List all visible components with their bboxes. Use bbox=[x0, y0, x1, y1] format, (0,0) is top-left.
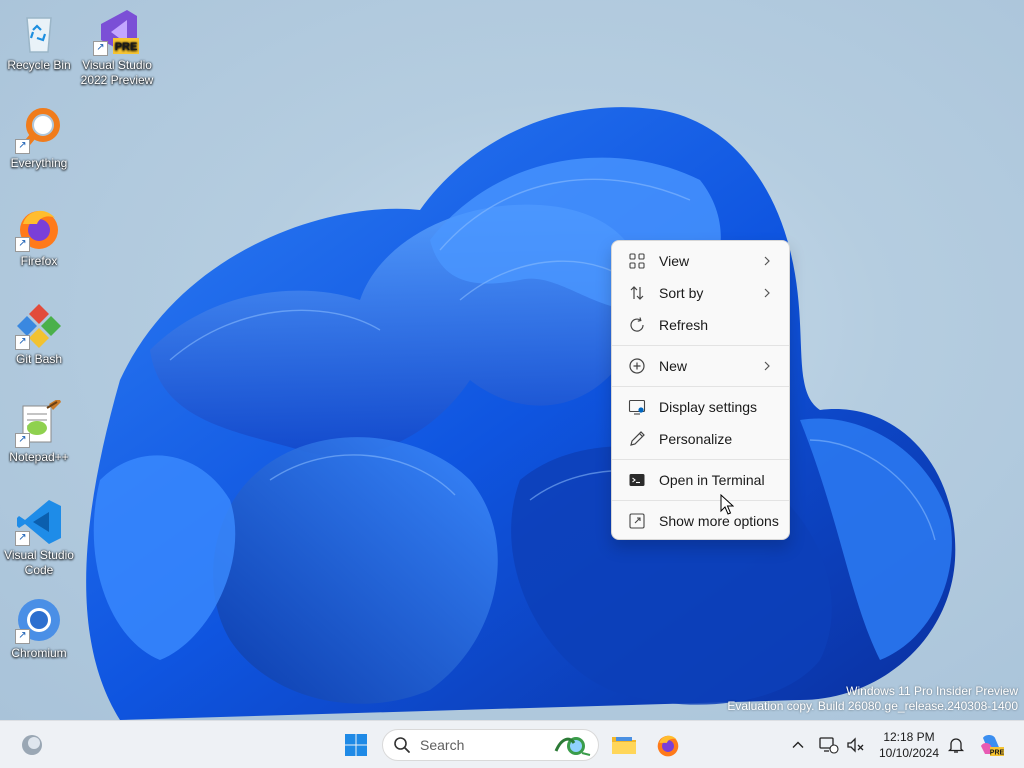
file-explorer-button[interactable] bbox=[608, 729, 640, 761]
desktop-icon-visual-studio-2022-preview[interactable]: PRE ↗ Visual Studio 2022 Preview bbox=[79, 8, 155, 88]
visual-studio-code-icon: ↗ bbox=[15, 498, 63, 546]
watermark-edition: Windows 11 Pro Insider Preview bbox=[846, 684, 1018, 698]
desktop-icon-git-bash[interactable]: ↗ Git Bash bbox=[1, 302, 77, 367]
git-bash-icon: ↗ bbox=[15, 302, 63, 350]
menu-item-label: Display settings bbox=[659, 399, 758, 415]
chevron-up-icon bbox=[792, 741, 804, 748]
desktop[interactable]: Recycle Bin PRE ↗ Visual Studio 2022 Pre… bbox=[0, 0, 1024, 720]
firefox-icon: ↗ bbox=[15, 204, 63, 252]
desktop-icon-label: Chromium bbox=[11, 646, 67, 660]
desktop-icon-label: Recycle Bin bbox=[7, 58, 71, 72]
desktop-icon-label: Notepad++ bbox=[9, 450, 69, 464]
menu-item-view[interactable]: View bbox=[616, 247, 786, 275]
desktop-icon-label: Git Bash bbox=[15, 352, 63, 366]
menu-item-label: Show more options bbox=[659, 513, 779, 529]
menu-item-sort-by[interactable]: Sort by bbox=[616, 279, 786, 307]
desktop-icon-label: Visual Studio 2022 Preview bbox=[80, 58, 154, 87]
shortcut-arrow-icon: ↗ bbox=[15, 237, 30, 252]
firefox-icon bbox=[657, 735, 679, 757]
expand-icon bbox=[627, 511, 647, 531]
menu-item-personalize[interactable]: Personalize bbox=[616, 425, 786, 453]
copilot-pre-badge: PRE bbox=[990, 750, 1005, 757]
taskbar-search-box[interactable]: Search bbox=[382, 729, 599, 761]
terminal-icon bbox=[627, 470, 647, 490]
menu-separator bbox=[612, 459, 789, 460]
visual-studio-preview-icon: PRE ↗ bbox=[93, 8, 141, 56]
shortcut-arrow-icon: ↗ bbox=[15, 433, 30, 448]
firefox-taskbar-button[interactable] bbox=[652, 729, 684, 761]
chevron-right-icon bbox=[764, 256, 770, 266]
desktop-icon-label: Visual Studio Code bbox=[4, 548, 74, 577]
menu-item-refresh[interactable]: Refresh bbox=[616, 311, 786, 339]
taskbar-clock[interactable]: 12:18 PM 10/10/2024 bbox=[872, 729, 946, 761]
search-highlight-icon bbox=[554, 737, 591, 756]
chromium-icon: ↗ bbox=[15, 596, 63, 644]
watermark-build: Evaluation copy. Build 26080.ge_release.… bbox=[727, 699, 1018, 713]
menu-separator bbox=[612, 500, 789, 501]
notepad-plus-plus-icon: ↗ bbox=[15, 400, 63, 448]
grid-icon bbox=[627, 251, 647, 271]
refresh-icon bbox=[627, 315, 647, 335]
chevron-right-icon bbox=[764, 288, 770, 298]
desktop-icon-chromium[interactable]: ↗ Chromium bbox=[1, 596, 77, 661]
copilot-icon: PRE bbox=[981, 735, 1005, 757]
menu-item-label: Refresh bbox=[659, 317, 709, 333]
clock-time: 12:18 PM bbox=[883, 730, 935, 744]
desktop-icon-firefox[interactable]: ↗ Firefox bbox=[1, 204, 77, 269]
menu-item-label: Open in Terminal bbox=[659, 472, 765, 488]
shortcut-arrow-icon: ↗ bbox=[15, 531, 30, 546]
search-placeholder: Search bbox=[420, 737, 465, 753]
show-hidden-icons-button[interactable] bbox=[782, 729, 814, 761]
desktop-icon-label: Firefox bbox=[20, 254, 58, 268]
windows-logo-icon bbox=[345, 734, 367, 756]
shortcut-arrow-icon: ↗ bbox=[93, 41, 108, 56]
shortcut-arrow-icon: ↗ bbox=[15, 629, 30, 644]
menu-separator bbox=[612, 345, 789, 346]
menu-item-label: Personalize bbox=[659, 431, 733, 447]
copilot-button[interactable]: PRE bbox=[976, 729, 1008, 761]
plus-circle-icon bbox=[627, 356, 647, 376]
display-settings-icon bbox=[627, 397, 647, 417]
chevron-right-icon bbox=[764, 361, 770, 371]
clock-date: 10/10/2024 bbox=[878, 746, 940, 760]
notifications-button[interactable] bbox=[940, 729, 972, 761]
desktop-icon-visual-studio-code[interactable]: ↗ Visual Studio Code bbox=[1, 498, 77, 578]
menu-separator bbox=[612, 386, 789, 387]
desktop-icon-label: Everything bbox=[10, 156, 68, 170]
volume-button[interactable] bbox=[840, 729, 872, 761]
taskbar: Search 12:18 PM 10/10/2024 PRE bbox=[0, 720, 1024, 768]
shortcut-arrow-icon: ↗ bbox=[15, 139, 30, 154]
menu-item-label: View bbox=[659, 253, 690, 269]
desktop-context-menu: View Sort by Refresh New Display setting… bbox=[611, 240, 790, 540]
recycle-bin-icon bbox=[15, 8, 63, 56]
pen-icon bbox=[627, 429, 647, 449]
menu-item-open-in-terminal[interactable]: Open in Terminal bbox=[616, 466, 786, 494]
bell-icon bbox=[947, 738, 965, 753]
shortcut-arrow-icon: ↗ bbox=[15, 335, 30, 350]
pre-badge: PRE bbox=[115, 41, 138, 53]
windows-watermark: Windows 11 Pro Insider Preview Evaluatio… bbox=[727, 684, 1018, 714]
menu-item-label: Sort by bbox=[659, 285, 704, 301]
speaker-muted-icon bbox=[847, 737, 864, 753]
menu-item-show-more-options[interactable]: Show more options bbox=[616, 507, 786, 535]
everything-search-icon: ↗ bbox=[15, 106, 63, 154]
search-icon bbox=[394, 737, 410, 753]
menu-item-display-settings[interactable]: Display settings bbox=[616, 393, 786, 421]
desktop-icon-recycle-bin[interactable]: Recycle Bin bbox=[1, 8, 77, 73]
desktop-icon-everything[interactable]: ↗ Everything bbox=[1, 106, 77, 171]
menu-item-new[interactable]: New bbox=[616, 352, 786, 380]
desktop-icon-notepad-plus-plus[interactable]: ↗ Notepad++ bbox=[1, 400, 77, 465]
sort-icon bbox=[627, 283, 647, 303]
wallpaper-bloom bbox=[86, 107, 956, 720]
network-disconnected-icon bbox=[819, 737, 839, 754]
folder-icon bbox=[612, 737, 636, 754]
start-button[interactable] bbox=[340, 729, 372, 761]
widgets-icon bbox=[22, 735, 42, 755]
menu-item-label: New bbox=[659, 358, 688, 374]
widgets-button[interactable] bbox=[16, 729, 48, 761]
mouse-cursor-icon bbox=[720, 494, 734, 515]
